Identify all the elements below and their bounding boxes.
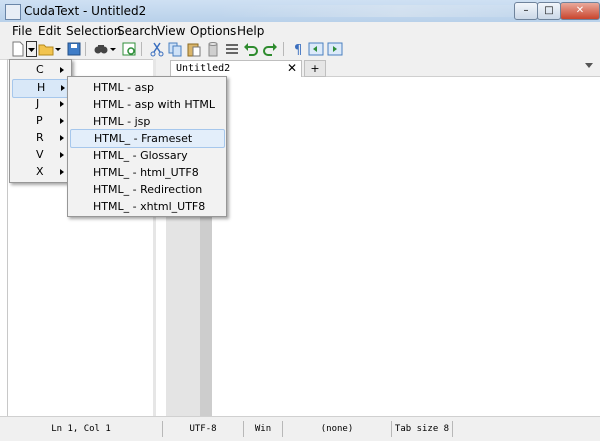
- menu-view[interactable]: View: [157, 24, 185, 38]
- status-bar: Ln 1, Col 1 UTF-8 Win (none) Tab size 8: [0, 416, 600, 441]
- delete-icon[interactable]: [205, 41, 221, 57]
- menu-item-label: HTML_ - html_UTF8: [93, 166, 199, 179]
- new-file-icon[interactable]: [10, 41, 26, 57]
- menu-group-label: R: [36, 131, 44, 144]
- menu-file[interactable]: File: [12, 24, 32, 38]
- toolbar: ¶: [0, 39, 600, 60]
- save-icon[interactable]: [66, 41, 82, 57]
- submenu-arrow-icon: [60, 67, 64, 73]
- tab-untitled2[interactable]: Untitled2 ✕: [170, 60, 302, 77]
- submenu-arrow-icon: [60, 152, 64, 158]
- indent-icon[interactable]: [327, 41, 343, 57]
- menu-group-label: C: [36, 63, 44, 76]
- submenu-arrow-icon: [60, 135, 64, 141]
- tabs-dropdown-icon[interactable]: [585, 63, 593, 68]
- redo-icon[interactable]: [262, 41, 278, 57]
- menu-group-x[interactable]: X: [12, 164, 68, 181]
- menu-group-v[interactable]: V: [12, 147, 68, 164]
- svg-text:¶: ¶: [294, 43, 302, 57]
- menu-item-xhtml-utf8[interactable]: HTML_ - xhtml_UTF8: [70, 198, 223, 215]
- menu-group-j[interactable]: J: [12, 96, 68, 113]
- menu-group-label: P: [36, 114, 43, 127]
- menu-group-label: H: [37, 81, 46, 94]
- status-line-ends[interactable]: Win: [244, 421, 283, 437]
- maximize-button[interactable]: □: [537, 2, 561, 20]
- menu-selection[interactable]: Selection: [66, 24, 121, 38]
- menu-item-label: HTML - asp with HTML: [93, 98, 215, 111]
- new-file-dropdown-icon[interactable]: [26, 41, 37, 57]
- menu-item-html-asp-with-html[interactable]: HTML - asp with HTML: [70, 96, 223, 113]
- menu-group-label: V: [36, 148, 44, 161]
- window-title: CudaText - Untitled2: [24, 4, 147, 18]
- submenu-arrow-icon: [60, 169, 64, 175]
- menu-item-label: HTML - asp: [93, 81, 155, 94]
- status-position[interactable]: Ln 1, Col 1: [0, 421, 163, 437]
- menu-search[interactable]: Search: [117, 24, 158, 38]
- menu-item-label: HTML_ - Frameset: [94, 132, 193, 145]
- menu-item-html-asp[interactable]: HTML - asp: [70, 79, 223, 96]
- menu-help[interactable]: Help: [237, 24, 264, 38]
- open-file-icon[interactable]: [38, 41, 54, 57]
- menu-item-html-utf8[interactable]: HTML_ - html_UTF8: [70, 164, 223, 181]
- submenu-arrow-icon: [60, 118, 64, 124]
- menu-item-html-jsp[interactable]: HTML - jsp: [70, 113, 223, 130]
- menu-bar: File Edit Selection Search View Options …: [0, 22, 600, 39]
- paste-icon[interactable]: [186, 41, 202, 57]
- menu-item-html-frameset[interactable]: HTML_ - Frameset: [70, 129, 225, 148]
- submenu-arrow-icon: [60, 101, 64, 107]
- status-tab-size[interactable]: Tab size 8: [392, 421, 453, 437]
- app-icon: [5, 4, 21, 20]
- pilcrow-icon[interactable]: ¶: [290, 41, 306, 57]
- menu-item-label: HTML_ - Glossary: [93, 149, 188, 162]
- menu-item-label: HTML - jsp: [93, 115, 151, 128]
- undo-icon[interactable]: [243, 41, 259, 57]
- status-encoding[interactable]: UTF-8: [163, 421, 244, 437]
- find-dropdown-icon[interactable]: [109, 41, 117, 57]
- tab-close-icon[interactable]: ✕: [287, 61, 297, 75]
- open-dropdown-icon[interactable]: [54, 41, 62, 57]
- status-lexer[interactable]: (none): [283, 421, 392, 437]
- menu-group-r[interactable]: R: [12, 130, 68, 147]
- tab-bar: Untitled2 ✕ +: [156, 59, 600, 77]
- menu-group-p[interactable]: P: [12, 113, 68, 130]
- close-button[interactable]: ✕: [560, 2, 600, 20]
- editor-area[interactable]: [212, 77, 600, 416]
- menu-group-label: X: [36, 165, 44, 178]
- select-all-icon[interactable]: [224, 41, 240, 57]
- menu-group-c[interactable]: C: [12, 62, 68, 79]
- find-icon[interactable]: [93, 41, 109, 57]
- title-bar: CudaText - Untitled2 – □ ✕: [0, 0, 600, 23]
- menu-item-html-redirection[interactable]: HTML_ - Redirection: [70, 181, 223, 198]
- menu-item-label: HTML_ - Redirection: [93, 183, 203, 196]
- menu-group-label: J: [36, 97, 40, 110]
- menu-item-label: HTML_ - xhtml_UTF8: [93, 200, 206, 213]
- menu-item-html-glossary[interactable]: HTML_ - Glossary: [70, 147, 223, 164]
- menu-edit[interactable]: Edit: [38, 24, 61, 38]
- lexer-group-menu: C H J P R V X: [9, 59, 72, 183]
- add-tab-button[interactable]: +: [304, 60, 326, 77]
- submenu-arrow-icon: [61, 85, 65, 91]
- unindent-icon[interactable]: [308, 41, 324, 57]
- go-to-icon[interactable]: [121, 41, 137, 57]
- minimize-button[interactable]: –: [514, 2, 538, 20]
- toolbar-separator: [283, 42, 284, 56]
- lexer-submenu: HTML - asp HTML - asp with HTML HTML - j…: [67, 76, 227, 217]
- copy-icon[interactable]: [167, 41, 183, 57]
- tab-label: Untitled2: [176, 63, 231, 74]
- menu-options[interactable]: Options: [190, 24, 236, 38]
- toolbar-separator: [141, 42, 142, 56]
- toolbar-separator: [85, 42, 86, 56]
- cut-icon[interactable]: [149, 41, 165, 57]
